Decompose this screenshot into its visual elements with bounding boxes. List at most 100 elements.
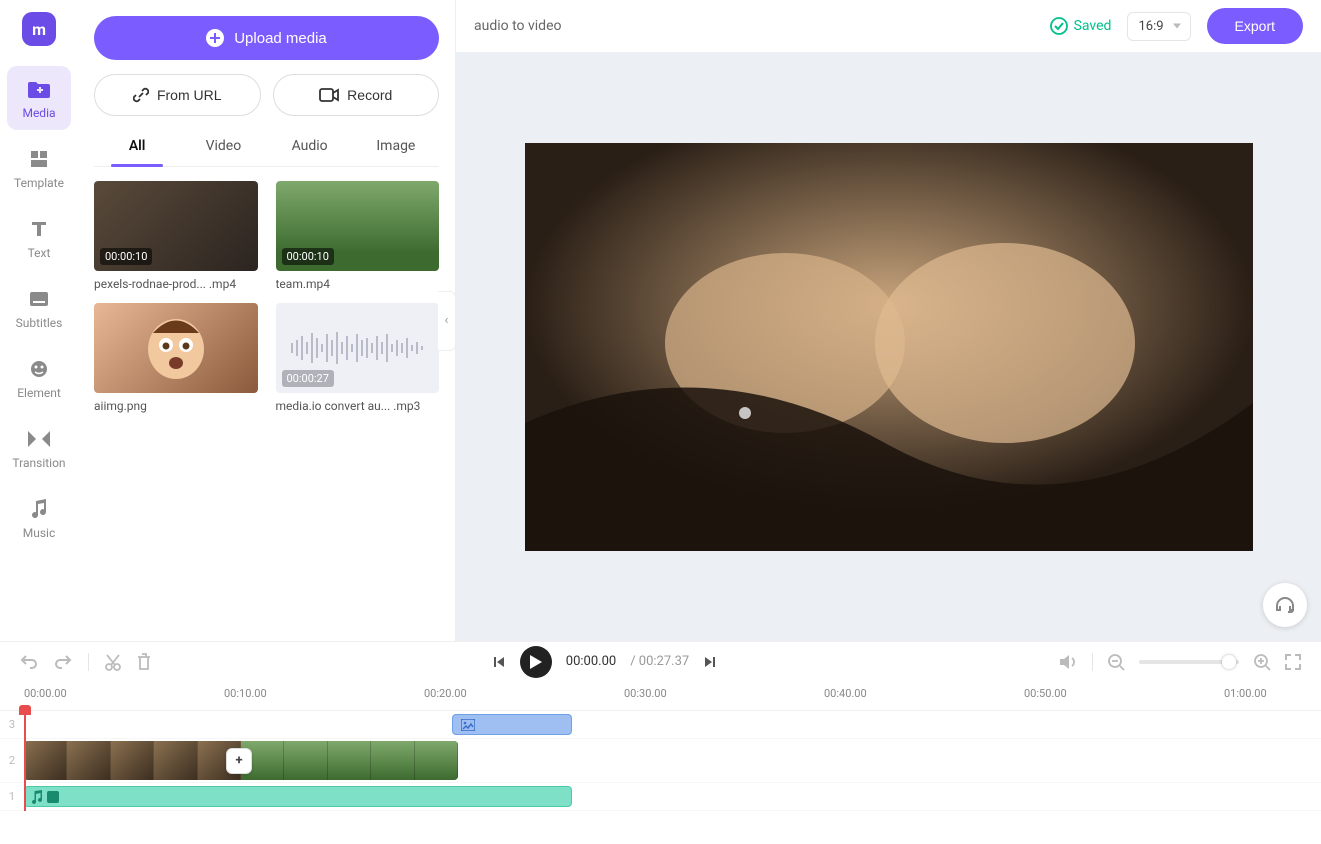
play-button[interactable] xyxy=(520,646,552,678)
media-panel: Upload media From URL Record All Video A… xyxy=(78,0,456,641)
media-item[interactable]: aiimg.png xyxy=(94,303,258,413)
media-thumb xyxy=(94,303,258,393)
media-caption: aiimg.png xyxy=(94,399,258,413)
media-thumb: 00:00:27 xyxy=(276,303,440,393)
nav-label: Music xyxy=(23,526,55,540)
folder-plus-icon xyxy=(28,78,50,100)
image-clip[interactable] xyxy=(452,714,572,735)
nav-label: Text xyxy=(28,246,51,260)
prev-frame-button[interactable] xyxy=(492,655,506,669)
image-icon xyxy=(461,719,475,731)
timeline-tracks: 3 2 + 1 xyxy=(0,711,1321,811)
undo-button[interactable] xyxy=(20,654,38,670)
zoom-handle[interactable] xyxy=(1222,655,1236,669)
time-total: 00:27.37 xyxy=(639,654,689,669)
sidebar-item-template[interactable]: Template xyxy=(7,136,71,200)
tab-video[interactable]: Video xyxy=(180,126,266,166)
ruler-tick: 00:10.00 xyxy=(224,687,267,700)
tab-image[interactable]: Image xyxy=(353,126,439,166)
timeline-ruler[interactable]: 00:00.00 00:10.00 00:20.00 00:30.00 00:4… xyxy=(0,681,1321,711)
tab-all[interactable]: All xyxy=(94,126,180,166)
media-item[interactable]: 00:00:10 team.mp4 xyxy=(276,181,440,291)
track-number: 1 xyxy=(0,790,24,803)
timeline-playhead[interactable] xyxy=(24,711,26,811)
nav-label: Transition xyxy=(12,456,65,470)
nav-label: Subtitles xyxy=(16,316,63,330)
media-duration: 00:00:10 xyxy=(282,248,334,265)
saved-status: Saved xyxy=(1050,17,1112,35)
fit-button[interactable] xyxy=(1285,654,1301,670)
music-note-icon xyxy=(31,790,43,804)
zoom-slider[interactable] xyxy=(1139,660,1239,664)
preview-header: audio to video Saved 16:9 Export xyxy=(456,0,1321,52)
media-duration: 00:00:27 xyxy=(282,370,334,387)
check-circle-icon xyxy=(1050,17,1068,35)
media-tabs: All Video Audio Image xyxy=(94,126,439,167)
sidebar-item-transition[interactable]: Transition xyxy=(7,416,71,480)
transition-icon xyxy=(28,428,50,450)
audio-clip[interactable] xyxy=(24,786,572,807)
support-button[interactable] xyxy=(1263,583,1307,627)
next-frame-button[interactable] xyxy=(703,655,717,669)
split-button[interactable] xyxy=(105,653,121,671)
video-frame xyxy=(525,143,1253,551)
record-button[interactable]: Record xyxy=(273,74,440,116)
time-current: 00:00.00 xyxy=(566,654,616,669)
audio-wave-icon xyxy=(47,791,59,803)
panel-collapse-button[interactable]: ‹ xyxy=(438,291,456,351)
sidebar-item-text[interactable]: Text xyxy=(7,206,71,270)
sidebar-item-media[interactable]: Media xyxy=(7,66,71,130)
track-number: 2 xyxy=(0,754,24,767)
volume-button[interactable] xyxy=(1058,653,1078,671)
nav-label: Element xyxy=(17,386,61,400)
media-caption: pexels-rodnae-prod... .mp4 xyxy=(94,277,258,291)
camera-icon xyxy=(319,88,339,102)
aspect-ratio-select[interactable]: 16:9 xyxy=(1127,12,1190,41)
redo-button[interactable] xyxy=(54,654,72,670)
headset-icon xyxy=(1274,594,1296,616)
subtitles-icon xyxy=(28,288,50,310)
add-clip-button[interactable]: + xyxy=(226,748,252,774)
zoom-in-button[interactable] xyxy=(1253,653,1271,671)
track-1[interactable]: 1 xyxy=(0,783,1321,811)
nav-label: Media xyxy=(22,106,55,120)
ruler-tick: 01:00.00 xyxy=(1224,687,1267,700)
media-item[interactable]: 00:00:27 media.io convert au... .mp3 xyxy=(276,303,440,413)
zoom-out-button[interactable] xyxy=(1107,653,1125,671)
media-duration: 00:00:10 xyxy=(100,248,152,265)
preview-canvas[interactable] xyxy=(456,52,1321,641)
link-icon xyxy=(133,87,149,103)
track-number: 3 xyxy=(0,718,24,731)
delete-button[interactable] xyxy=(137,653,151,671)
upload-media-button[interactable]: Upload media xyxy=(94,16,439,60)
sidebar-item-element[interactable]: Element xyxy=(7,346,71,410)
media-caption: media.io convert au... .mp3 xyxy=(276,399,440,413)
ruler-tick: 00:20.00 xyxy=(424,687,467,700)
from-url-button[interactable]: From URL xyxy=(94,74,261,116)
app-logo[interactable]: m xyxy=(22,12,56,46)
nav-label: Template xyxy=(14,176,64,190)
music-icon xyxy=(28,498,50,520)
text-icon xyxy=(28,218,50,240)
upload-label: Upload media xyxy=(234,30,327,47)
plus-circle-icon xyxy=(206,29,224,47)
export-button[interactable]: Export xyxy=(1207,8,1303,44)
media-item[interactable]: 00:00:10 pexels-rodnae-prod... .mp4 xyxy=(94,181,258,291)
from-url-label: From URL xyxy=(157,87,222,103)
waveform-icon xyxy=(287,328,427,368)
track-3[interactable]: 3 xyxy=(0,711,1321,739)
saved-label: Saved xyxy=(1074,18,1112,34)
sidebar-item-subtitles[interactable]: Subtitles xyxy=(7,276,71,340)
media-thumb: 00:00:10 xyxy=(276,181,440,271)
template-icon xyxy=(28,148,50,170)
tab-audio[interactable]: Audio xyxy=(267,126,353,166)
media-grid: 00:00:10 pexels-rodnae-prod... .mp4 00:0… xyxy=(94,167,439,413)
ruler-tick: 00:00.00 xyxy=(24,687,67,700)
project-title[interactable]: audio to video xyxy=(474,18,1050,34)
track-2[interactable]: 2 + xyxy=(0,739,1321,783)
sidebar-item-music[interactable]: Music xyxy=(7,486,71,550)
controls-bar: 00:00.00 / 00:27.37 xyxy=(0,641,1321,681)
ruler-tick: 00:40.00 xyxy=(824,687,867,700)
timeline: 00:00.00 00:10.00 00:20.00 00:30.00 00:4… xyxy=(0,681,1321,844)
media-caption: team.mp4 xyxy=(276,277,440,291)
